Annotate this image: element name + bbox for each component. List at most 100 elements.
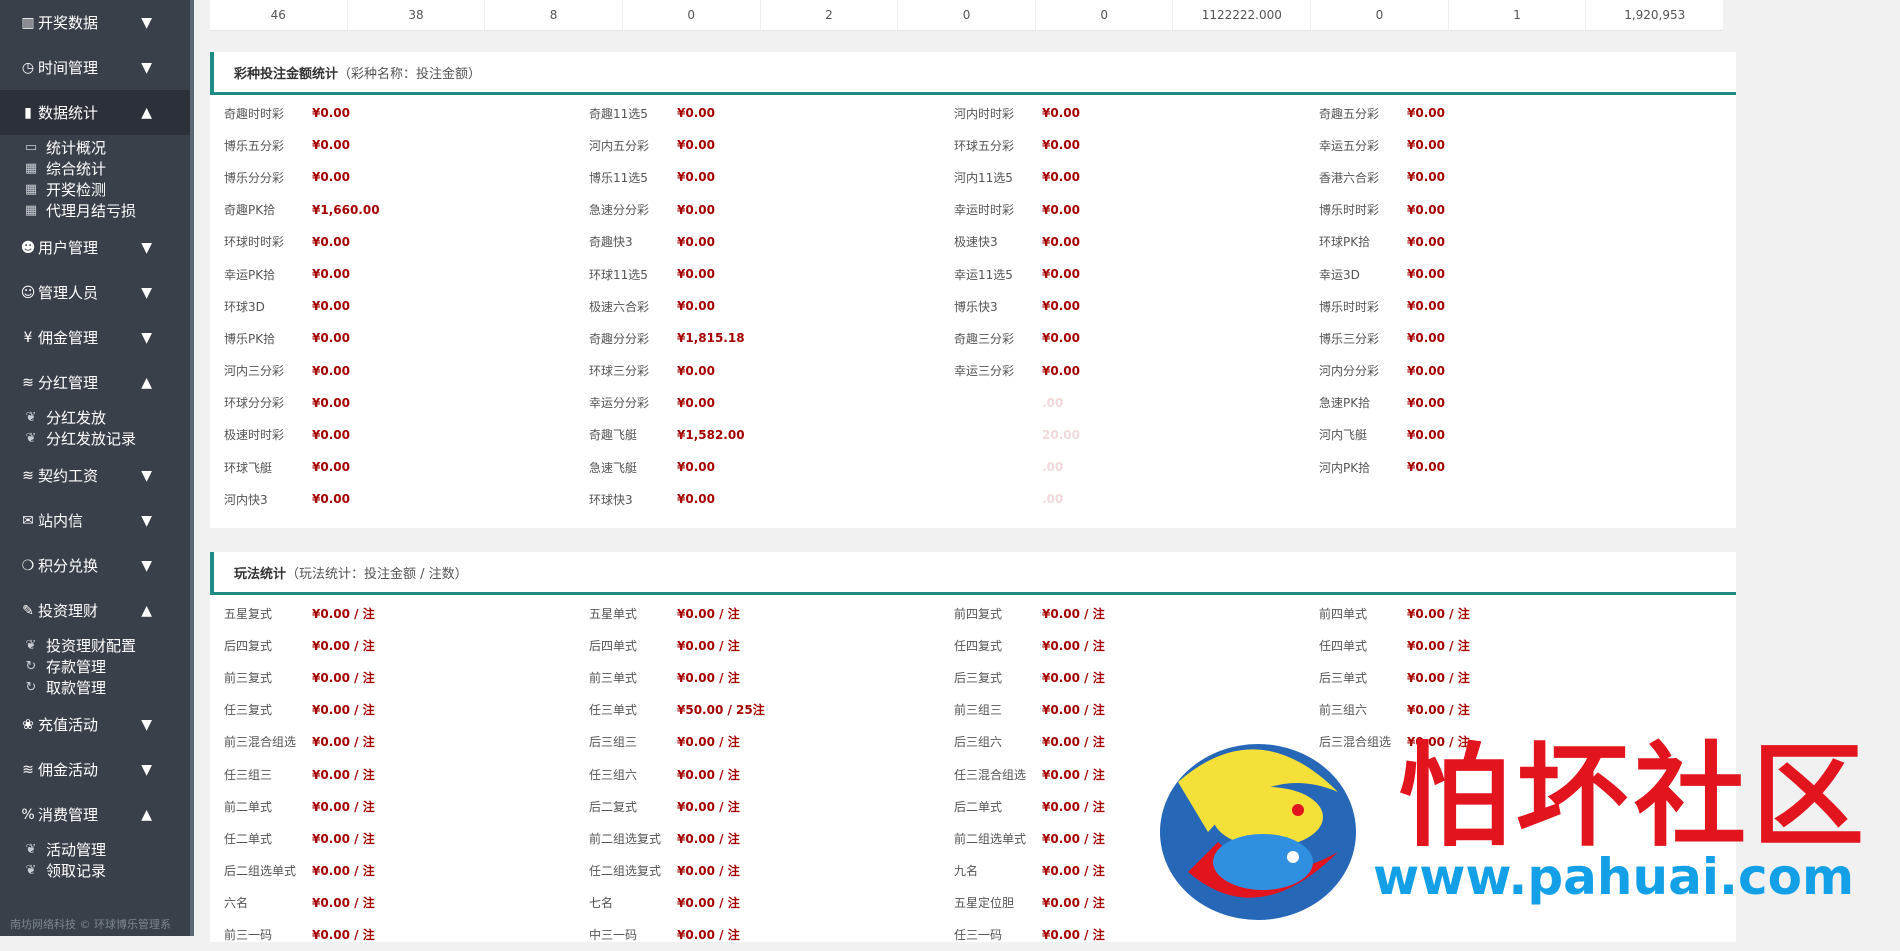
building-icon: ▦ [24, 161, 38, 176]
stat-value: ¥0.00 [1407, 234, 1445, 249]
sidebar-item-label: 投资理财 [38, 602, 99, 620]
sidebar-item-2[interactable]: ▮ 数据统计 ▲ [0, 90, 190, 135]
stat-cell: 前三单式 ¥0.00 / 注 [575, 669, 940, 686]
stat-cell: 前二单式 ¥0.00 / 注 [210, 798, 575, 815]
chevron-down-icon: ▼ [141, 329, 152, 346]
sidebar-item-9[interactable]: ❍ 积分兑换 ▼ [0, 543, 190, 588]
submenu-item-label: 代理月结亏损 [46, 202, 137, 220]
stat-label: 后三组三 [589, 735, 638, 750]
stat-row: 博乐分分彩 ¥0.00 博乐11选5 ¥0.00 河内11选5 ¥0.00 香港六合彩 ¥0.… [210, 161, 1736, 193]
submenu-item[interactable]: ▭ 统计概况 [22, 137, 190, 158]
stat-label: 任三单式 [589, 703, 638, 718]
chevron-up-icon: ▲ [141, 104, 152, 121]
stat-row: 后四复式 ¥0.00 / 注后四单式 ¥0.00 / 注任四复式 ¥0.00 / 注任… [210, 629, 1736, 661]
stat-label: 任四复式 [954, 638, 1003, 653]
submenu: ❦ 投资理财配置 ↻ 存款管理 ↻ 取款管理 [0, 633, 190, 702]
stat-value: ¥0.00 [1042, 106, 1080, 121]
sidebar-item-0[interactable]: ▥ 开奖数据 ▼ [0, 0, 190, 45]
stat-value: ¥0.00 [1042, 331, 1080, 346]
stat-cell: 博乐PK拾 ¥0.00 [210, 330, 575, 347]
stat-label: 河内三分彩 [224, 364, 285, 379]
stat-cell: 环球快3 ¥0.00 [575, 491, 940, 508]
stat-row: 奇趣PK拾 ¥1,660.00 急速分分彩 ¥0.00 幸运时时彩 ¥0.00 博乐时时彩 ¥… [210, 194, 1736, 226]
stat-value: ¥0.00 / 注 [312, 896, 375, 911]
sidebar-item-4[interactable]: ☺ 管理人员 ▼ [0, 270, 190, 315]
stat-value: ¥0.00 [677, 170, 715, 185]
submenu-item[interactable]: ▦ 代理月结亏损 [22, 200, 190, 221]
stat-label: 环球11选5 [589, 267, 648, 282]
submenu-item[interactable]: ❦ 分红发放 [22, 407, 190, 428]
summary-cell: 1,920,953 [1586, 0, 1725, 30]
stat-cell: 环球五分彩 ¥0.00 [940, 137, 1305, 154]
stat-cell: 七名 ¥0.00 / 注 [575, 894, 940, 911]
watermark-text: 怕坏社区 [1398, 731, 1870, 862]
stat-cell: 中三一码 ¥0.00 / 注 [575, 926, 940, 943]
submenu-item[interactable]: ▦ 综合统计 [22, 158, 190, 179]
sidebar-item-13[interactable]: % 消费管理 ▲ [0, 792, 190, 837]
building-icon: ▦ [24, 203, 38, 218]
submenu-item[interactable]: ❦ 投资理财配置 [22, 635, 190, 656]
stat-label: 极速时时彩 [224, 428, 285, 443]
sidebar-item-12[interactable]: ≋ 佣金活动 ▼ [0, 747, 190, 792]
stat-label: 环球飞艇 [224, 460, 273, 475]
submenu-item[interactable]: ❦ 分红发放记录 [22, 428, 190, 449]
stat-label: 幸运五分彩 [1319, 138, 1380, 153]
sidebar-item-3[interactable]: ☻ 用户管理 ▼ [0, 225, 190, 270]
stat-label: 后二单式 [954, 799, 1003, 814]
stat-label: 极速快3 [954, 235, 998, 250]
leaf-icon: ❦ [25, 431, 37, 446]
submenu-item[interactable]: ❦ 活动管理 [22, 839, 190, 860]
summary-cell: 46 [210, 0, 348, 30]
stat-value: ¥0.00 [1407, 395, 1445, 410]
stat-cell: 前三混合组选 ¥0.00 / 注 [210, 733, 575, 750]
stat-value: ¥0.00 [312, 299, 350, 314]
stat-value: ¥0.00 [312, 331, 350, 346]
stat-value: ¥0.00 [1407, 331, 1445, 346]
submenu-item[interactable]: ↻ 存款管理 [22, 656, 190, 677]
sidebar-item-11[interactable]: ❀ 充值活动 ▼ [0, 702, 190, 747]
stat-value: ¥0.00 [312, 170, 350, 185]
stat-cell: 奇趣PK拾 ¥1,660.00 [210, 201, 575, 218]
stat-label: 五星单式 [589, 606, 638, 621]
stat-value: ¥0.00 [1407, 106, 1445, 121]
stat-label: 博乐分分彩 [224, 170, 285, 185]
sidebar-item-8[interactable]: ✉ 站内信 ▼ [0, 498, 190, 543]
stat-cell: 极速时时彩 ¥0.00 [210, 426, 575, 443]
stat-label: 博乐PK拾 [224, 331, 276, 346]
submenu-item[interactable]: ❦ 领取记录 [22, 860, 190, 881]
stat-cell: 环球三分彩 ¥0.00 [575, 362, 940, 379]
stat-cell: 奇趣时时彩 ¥0.00 [210, 105, 575, 122]
fish-logo-icon [1160, 744, 1356, 920]
stat-cell: 极速六合彩 ¥0.00 [575, 298, 940, 315]
sidebar-item-label: 充值活动 [38, 716, 99, 734]
submenu-item-label: 存款管理 [46, 658, 107, 676]
leaf-icon: ❦ [25, 410, 37, 425]
stat-value: ¥50.00 / 25注 [677, 703, 765, 718]
sidebar-item-6[interactable]: ≋ 分红管理 ▲ [0, 360, 190, 405]
submenu-item[interactable]: ↻ 取款管理 [22, 677, 190, 698]
sidebar-item-5[interactable]: ¥ 佣金管理 ▼ [0, 315, 190, 360]
submenu: ❦ 活动管理 ❦ 领取记录 [0, 837, 190, 885]
lottery-grid: 奇趣时时彩 ¥0.00 奇趣11选5 ¥0.00 河内时时彩 ¥0.00 奇趣五分彩 ¥0.0… [210, 95, 1736, 515]
stat-value: ¥0.00 / 注 [1407, 606, 1470, 621]
stat-label: 奇趣飞艇 [589, 428, 638, 443]
stat-cell: 幸运PK拾 ¥0.00 [210, 266, 575, 283]
stat-value: ¥0.00 / 注 [677, 799, 740, 814]
sidebar-item-10[interactable]: ✎ 投资理财 ▲ [0, 588, 190, 633]
sidebar-item-7[interactable]: ≋ 契约工资 ▼ [0, 453, 190, 498]
submenu-item-label: 领取记录 [46, 862, 107, 880]
stat-label: 河内时时彩 [954, 106, 1015, 121]
sidebar-item-1[interactable]: ◷ 时间管理 ▼ [0, 45, 190, 90]
stat-label: 后二复式 [589, 799, 638, 814]
chevron-down-icon: ▼ [141, 716, 152, 733]
stat-value: ¥0.00 [677, 492, 715, 507]
stat-row: 五星复式 ¥0.00 / 注五星单式 ¥0.00 / 注前四复式 ¥0.00 / 注前… [210, 597, 1736, 629]
submenu-item[interactable]: ▦ 开奖检测 [22, 179, 190, 200]
stat-label: 任三组六 [589, 767, 638, 782]
stat-label: 急速PK拾 [1319, 396, 1371, 411]
stats-icon: ▮ [24, 104, 32, 121]
submenu-item-label: 开奖检测 [46, 181, 107, 199]
stat-label: 奇趣时时彩 [224, 106, 285, 121]
stat-value: ¥0.00 [312, 106, 350, 121]
stat-cell: 环球11选5 ¥0.00 [575, 266, 940, 283]
